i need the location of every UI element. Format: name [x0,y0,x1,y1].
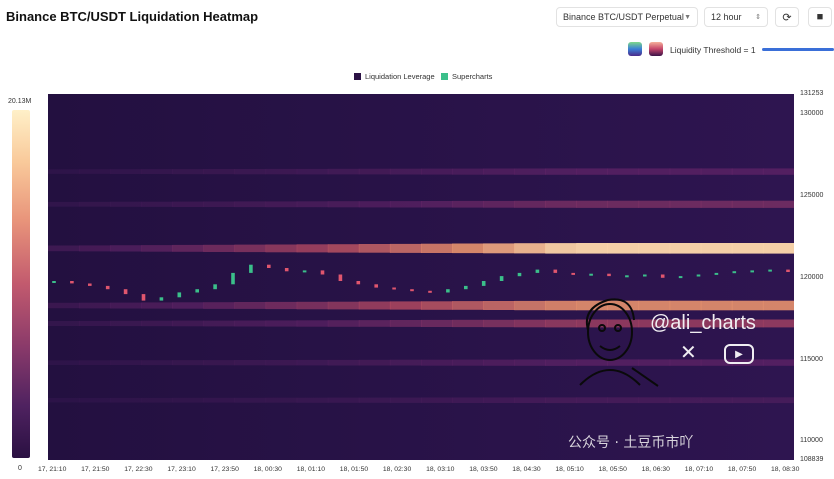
x-tick-label: 18, 06:30 [641,466,670,473]
y-tick-label: 131253 [800,90,824,97]
candle [249,264,253,273]
candle [553,269,558,273]
x-tick-label: 17, 23:10 [167,466,196,473]
x-tick-label: 18, 05:10 [555,466,584,473]
candle [356,281,361,285]
watermark-handle: @ali_charts [650,312,756,334]
y-tick-label: 130000 [800,110,824,117]
candle [535,269,540,273]
candle [410,289,414,292]
candle [714,272,719,275]
colorscale-max-label: 20.13M [8,98,32,105]
x-tick-label: 18, 08:30 [771,466,800,473]
candle [499,276,504,281]
candle [517,272,522,277]
pair-select[interactable]: Binance BTC/USDT Perpetual ▼ [556,7,698,27]
refresh-button[interactable]: ⟳ [775,7,799,27]
colorscale-min-label: 0 [18,465,22,472]
x-tick-label: 18, 01:10 [296,466,326,473]
x-tick-label: 18, 00:30 [253,466,282,473]
candle [267,264,271,268]
play-icon: ▶ [724,344,754,364]
liquidation-band [48,397,794,404]
pair-select-value: Binance BTC/USDT Perpetual [563,12,684,22]
candle [428,290,432,293]
legend-item-supercharts[interactable]: Supercharts [441,72,492,81]
candle [88,283,92,286]
camera-icon: ■ [816,11,824,23]
x-tick-label: 17, 21:50 [81,466,110,473]
legend-swatch [354,73,361,80]
candle [177,292,182,298]
footer-watermark: 公众号 · 土豆币市吖 [568,435,694,451]
legend-item-leverage[interactable]: Liquidation Leverage [354,72,435,81]
x-tick-label: 18, 03:10 [426,466,455,473]
range-select[interactable]: 12 hour ⇕ [704,7,768,27]
candle [52,281,56,283]
updown-icon: ⇕ [755,14,761,21]
candle [141,294,146,301]
y-tick-label: 108839 [800,456,824,463]
liquidation-band [48,200,794,208]
colorscale-bar [12,110,30,458]
x-tick-label: 18, 03:50 [469,466,498,473]
liquidation-band [48,168,794,175]
candle [607,273,611,277]
candle [159,297,164,301]
candle [643,274,647,277]
candle [213,284,217,290]
candle [374,284,378,288]
candle [696,274,701,277]
candle [571,272,575,275]
candle [105,285,110,290]
range-select-value: 12 hour [711,12,742,22]
candle [732,271,737,274]
y-tick-label: 115000 [800,356,823,363]
x-tick-label: 18, 02:30 [382,466,412,473]
page-title: Binance BTC/USDT Liquidation Heatmap [6,9,259,24]
palette-option-1[interactable] [628,42,642,56]
candle [302,270,307,273]
x-tick-label: 18, 07:50 [727,466,757,473]
x-logo-icon: ✕ [680,342,697,364]
candle [481,281,486,286]
candle [195,289,199,293]
x-tick-label: 18, 04:30 [512,466,541,473]
legend-label: Supercharts [452,72,493,81]
x-tick-label: 17, 22:30 [124,466,153,473]
y-tick-label: 120000 [800,274,824,281]
y-tick-label: 110000 [800,437,823,444]
threshold-slider[interactable] [762,48,834,51]
candle [446,289,450,293]
x-tick-label: 17, 23:50 [210,466,239,473]
candle [768,269,772,272]
candle [338,274,343,281]
x-tick-label: 18, 05:50 [598,466,627,473]
candle [786,269,790,272]
screenshot-button[interactable]: ■ [808,7,832,27]
candle [70,281,74,284]
candle [123,289,128,295]
candle [284,268,289,272]
x-tick-label: 18, 07:10 [684,466,714,473]
heatmap-plot[interactable] [48,94,794,460]
legend-swatch [441,73,448,80]
y-tick-label: 125000 [800,192,824,199]
refresh-icon: ⟳ [782,11,792,24]
x-tick-label: 17, 21:10 [38,466,67,473]
chevron-down-icon: ▼ [684,13,691,21]
candle [660,274,665,278]
candle [678,276,683,279]
threshold-label: Liquidity Threshold = 1 [670,45,756,55]
x-tick-label: 18, 01:50 [339,466,369,473]
candle [750,270,754,273]
candle [320,270,325,275]
candle [625,275,629,278]
candle [589,273,593,276]
candle [392,287,396,290]
candle [231,272,235,285]
legend-label: Liquidation Leverage [365,72,435,81]
candle [464,285,468,290]
palette-option-2[interactable] [649,42,663,56]
